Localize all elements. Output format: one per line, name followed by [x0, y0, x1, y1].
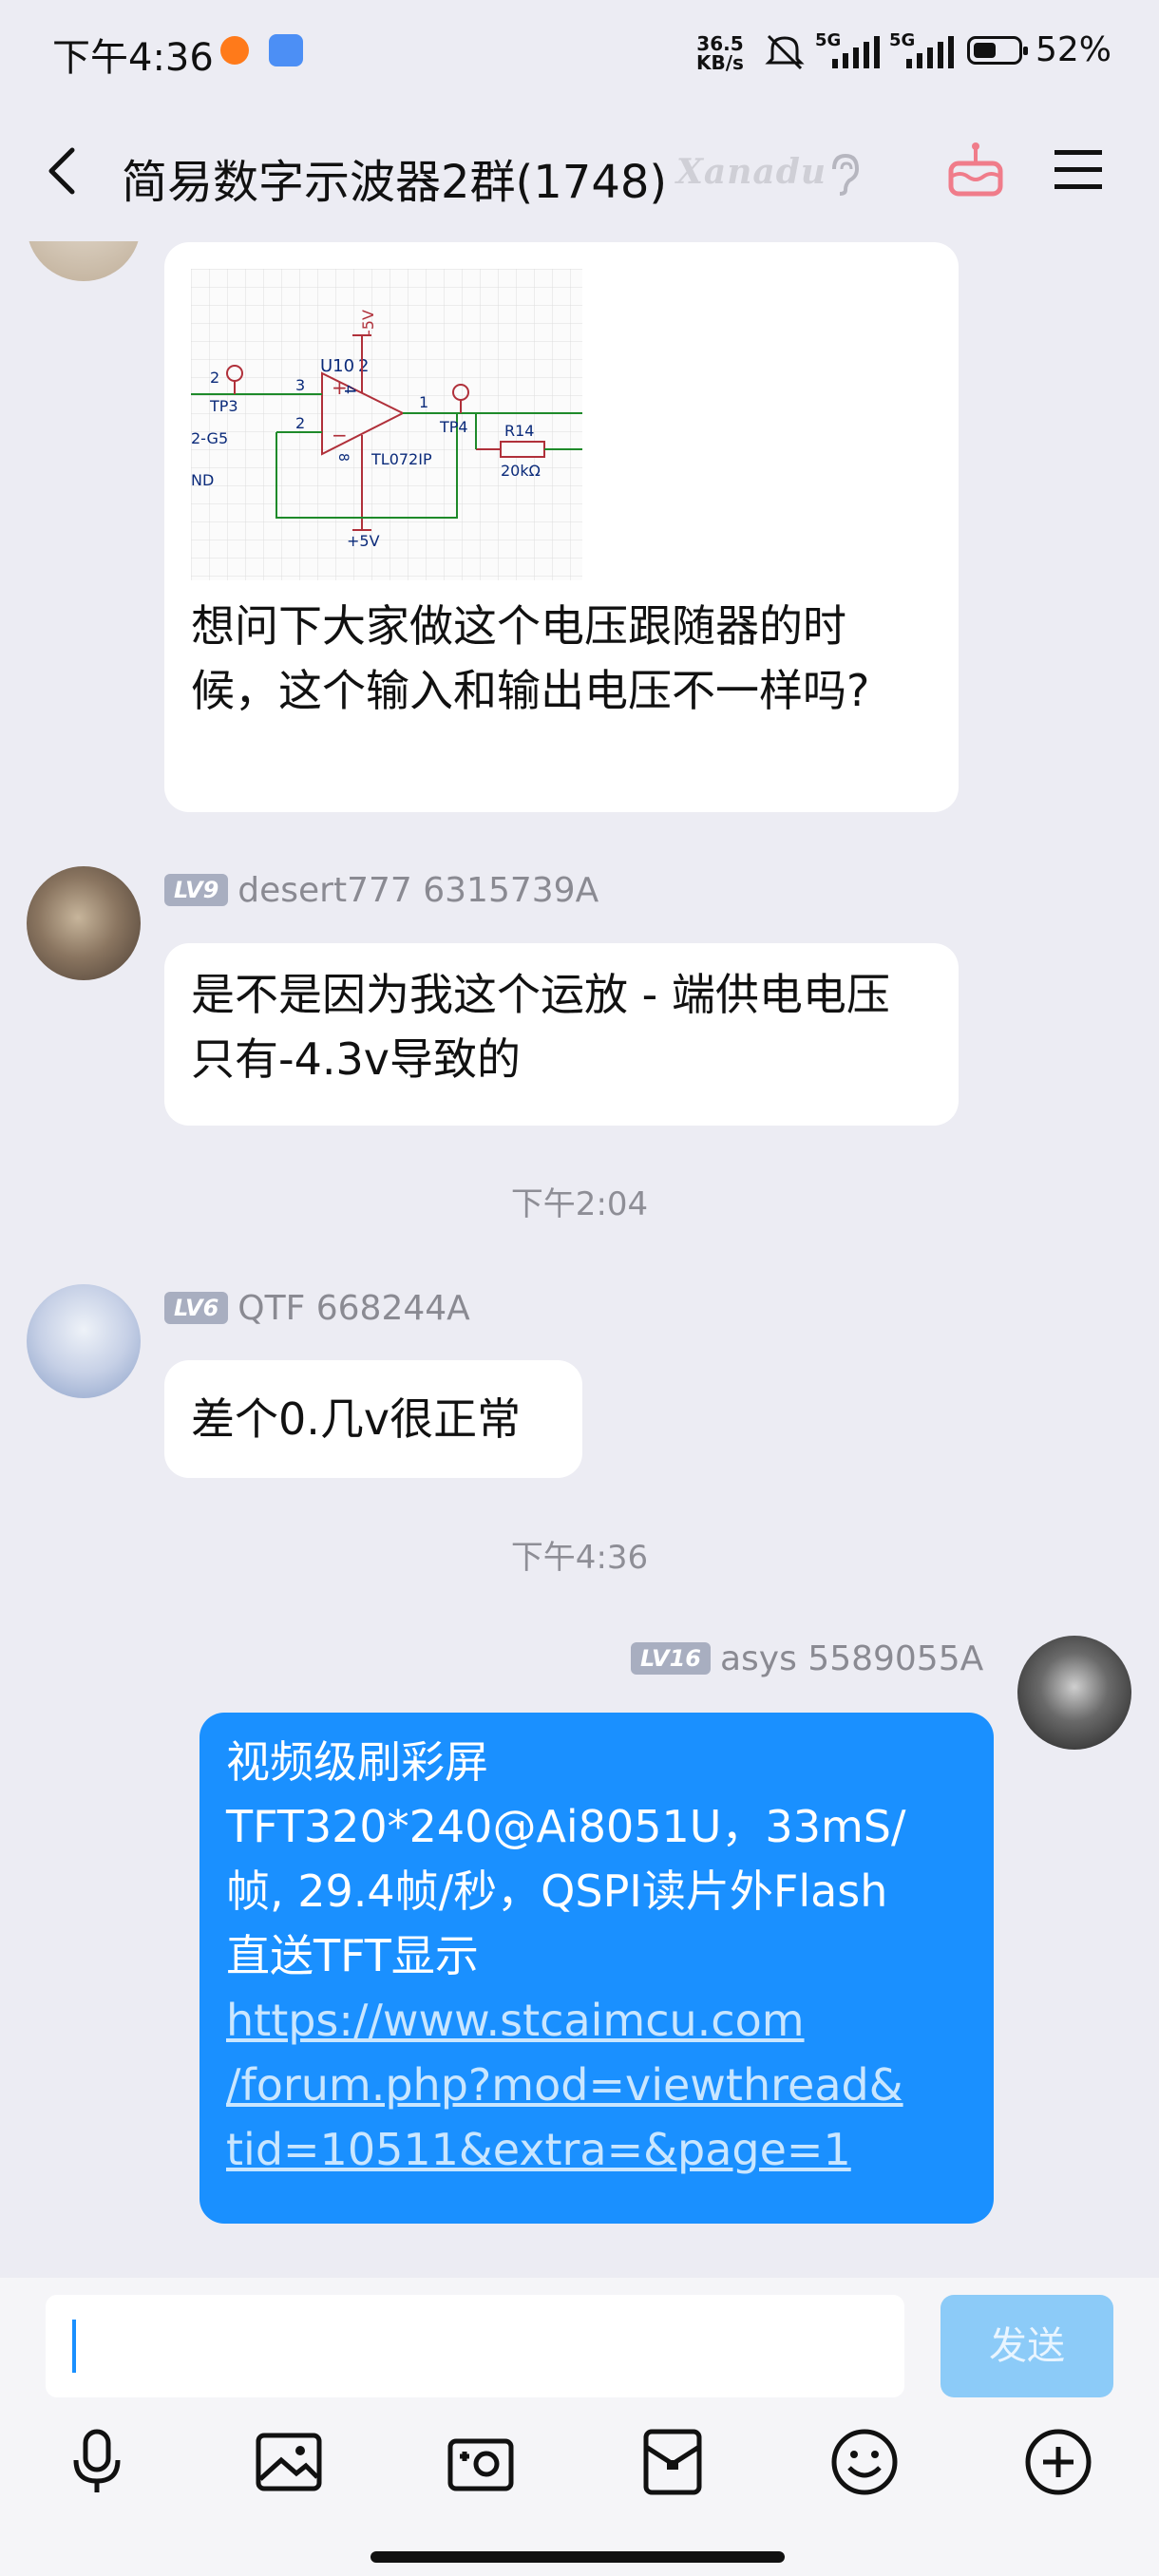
message-text: 想问下大家做这个电压跟随器的时候，这个输入和输出电压不一样吗? [191, 600, 870, 716]
message-text-line: TFT320*240@Ai8051U，33mS/ [226, 1801, 906, 1852]
message-text: 差个0.几v很正常 [191, 1393, 522, 1445]
group-title[interactable]: 简易数字示波器2群(1748) [122, 144, 667, 211]
battery-percent: 52% [1036, 30, 1112, 69]
message-bubble[interactable]: 视频级刷彩屏 TFT320*240@Ai8051U，33mS/ 帧, 29.4帧… [200, 1713, 994, 2224]
status-time: 下午4:36 [52, 36, 214, 80]
pin-label: 3 [295, 376, 305, 394]
net-label: ND [191, 471, 214, 489]
avatar[interactable] [27, 866, 141, 980]
message-text-line: 直送TFT显示 [226, 1930, 479, 1981]
signal-2-icon [906, 36, 954, 68]
chip-label: TL072IP [370, 450, 432, 468]
schematic-image[interactable]: + − U10 2 4 -5V +5V 8 3 2 TP3 2-G5 ND 2 … [191, 269, 582, 580]
message-text: 是不是因为我这个运放 - 端供电电压只有-4.3v导致的 [191, 969, 890, 1085]
red-packet-icon[interactable] [636, 2426, 709, 2498]
sender-name: QTF 668244A [238, 1288, 470, 1328]
message-text-line: 视频级刷彩屏 [226, 1736, 488, 1788]
input-bar: 发送 [0, 2278, 1159, 2576]
avatar[interactable] [27, 1284, 141, 1398]
pin-label: 1 [419, 393, 428, 411]
u-label: U10 [320, 356, 354, 376]
network-speed: 36.5 KB/s [696, 34, 744, 72]
signal-1-icon [832, 36, 880, 68]
message-bubble[interactable]: 是不是因为我这个运放 - 端供电电压只有-4.3v导致的 [164, 943, 959, 1126]
photo-icon[interactable] [253, 2426, 325, 2498]
message-link[interactable]: tid=10511&extra=&page=1 [226, 2117, 967, 2182]
back-icon[interactable] [36, 142, 93, 199]
camera-icon[interactable] [445, 2426, 517, 2498]
pin-label: 4 [341, 385, 359, 394]
resistor-value: 20kΩ [501, 462, 541, 480]
pin-label: 2 [295, 414, 305, 432]
sender-name: desert777 6315739A [238, 870, 599, 910]
message-bubble[interactable]: 差个0.几v很正常 [164, 1360, 582, 1478]
message-text-line: 帧, 29.4帧/秒，QSPI读片外Flash [226, 1866, 888, 1917]
send-button[interactable]: 发送 [940, 2295, 1113, 2397]
sender-info: LV6 QTF 668244A [164, 1287, 470, 1328]
sender-name: asys 5589055A [719, 1638, 984, 1678]
group-badge: Xanadu [676, 152, 827, 192]
notification-app-icon [220, 36, 249, 65]
menu-icon[interactable] [1053, 146, 1104, 194]
plus-icon[interactable] [1022, 2426, 1094, 2498]
minus-symbol: − [332, 424, 348, 446]
pin-label: 2 [358, 356, 369, 376]
emoji-icon[interactable] [828, 2426, 901, 2498]
net-label: 2-G5 [191, 429, 228, 447]
level-badge: LV16 [631, 1642, 711, 1675]
message-input[interactable] [46, 2295, 904, 2397]
pin-label: 2 [210, 369, 219, 387]
battery-icon [967, 36, 1028, 65]
sender-info: LV9 desert777 6315739A [164, 869, 598, 910]
home-indicator[interactable] [370, 2551, 785, 2563]
chat-header: 简易数字示波器2群(1748) Xanadu [0, 104, 1159, 237]
rail-pos: +5V [347, 532, 380, 550]
message-link[interactable]: https://www.stcaimcu.com [226, 1988, 967, 2053]
battery-nub [1023, 47, 1028, 55]
avatar[interactable] [1017, 1636, 1131, 1750]
message-bubble[interactable]: + − U10 2 4 -5V +5V 8 3 2 TP3 2-G5 ND 2 … [164, 242, 959, 812]
battery-fill [974, 43, 996, 58]
tp-out: TP4 [439, 418, 468, 436]
pin-label: 8 [335, 453, 351, 462]
network-speed-unit: KB/s [696, 51, 744, 74]
rail-neg: -5V [359, 310, 377, 335]
tp-in: TP3 [209, 397, 238, 415]
level-badge: LV6 [164, 1292, 229, 1324]
ear-icon[interactable] [825, 150, 863, 196]
mute-icon [765, 34, 805, 70]
timestamp: 下午2:04 [510, 1185, 649, 1223]
notification-game-icon [269, 34, 303, 66]
network-speed-value: 36.5 [696, 32, 744, 55]
cake-icon[interactable] [945, 139, 1006, 199]
level-badge: LV9 [164, 874, 229, 906]
message-link[interactable]: /forum.php?mod=viewthread& [226, 2053, 967, 2117]
resistor-label: R14 [504, 422, 534, 440]
sender-info: LV16 asys 5589055A [631, 1638, 983, 1678]
timestamp: 下午4:36 [510, 1539, 649, 1577]
status-bar: 下午4:36 36.5 KB/s 5G 5G 52% [0, 0, 1159, 104]
mic-icon[interactable] [61, 2426, 133, 2498]
text-caret [72, 2320, 76, 2373]
